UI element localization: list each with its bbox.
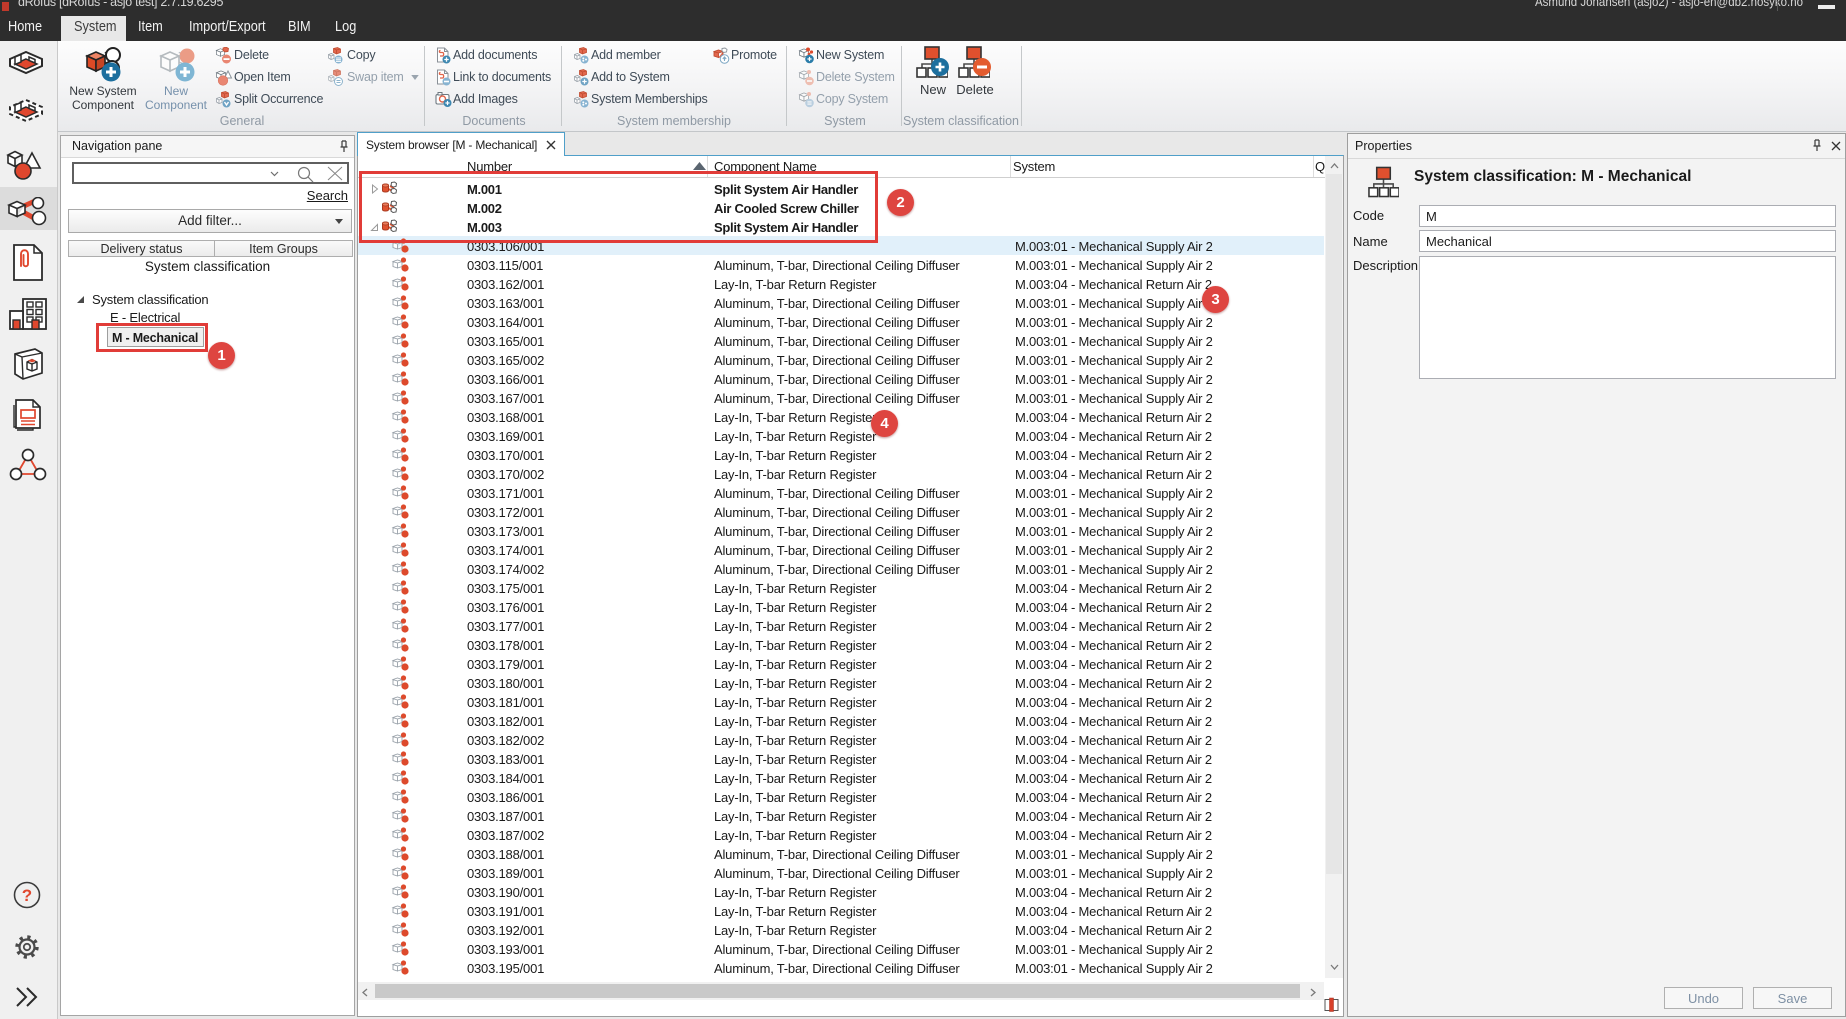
svg-text:?: ? (22, 886, 32, 905)
